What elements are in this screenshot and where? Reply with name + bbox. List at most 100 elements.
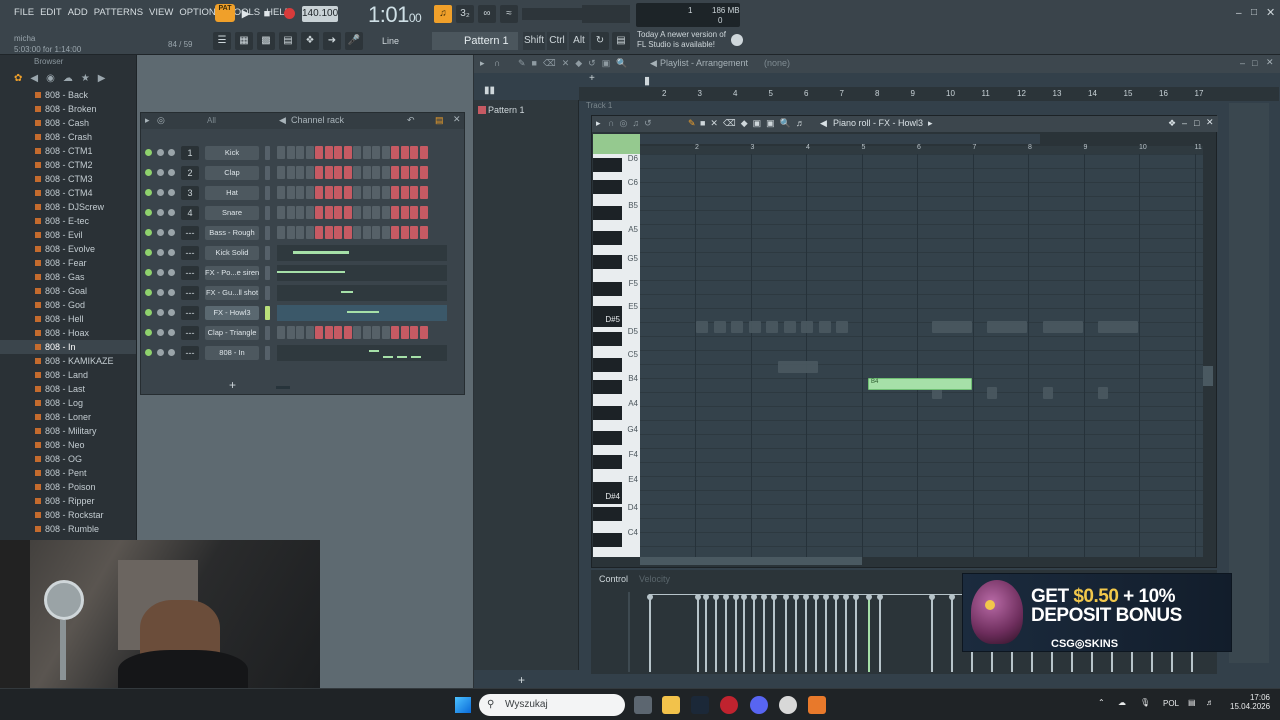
- browser-item[interactable]: 808 - Cash: [0, 116, 136, 130]
- step-button[interactable]: [381, 186, 390, 199]
- browser-item[interactable]: 808 - CTM3: [0, 172, 136, 186]
- step-button[interactable]: [334, 326, 342, 339]
- step-button[interactable]: [334, 226, 342, 239]
- discord-icon[interactable]: [750, 696, 768, 714]
- channel-piano-preview[interactable]: [277, 245, 447, 261]
- browser-item[interactable]: 808 - Loner: [0, 410, 136, 424]
- play-button[interactable]: ▶: [237, 5, 255, 23]
- step-button[interactable]: [305, 186, 314, 199]
- playlist-arrow-icon[interactable]: ▸: [480, 58, 485, 69]
- step-button[interactable]: [277, 206, 285, 219]
- step-button[interactable]: [353, 186, 361, 199]
- browser-item[interactable]: 808 - Evil: [0, 228, 136, 242]
- step-button[interactable]: [410, 166, 418, 179]
- note-grid[interactable]: B4: [640, 154, 1203, 557]
- steam-icon[interactable]: [691, 696, 709, 714]
- browser-options-icon[interactable]: ✿: [14, 73, 22, 84]
- channel-pan-knob[interactable]: [157, 189, 164, 196]
- velocity-bar[interactable]: [803, 594, 809, 672]
- advertisement-banner[interactable]: GET $0.50 + 10% DEPOSIT BONUS CSG◎SKINS: [962, 573, 1232, 652]
- step-button[interactable]: [400, 146, 409, 159]
- black-key[interactable]: [593, 255, 622, 269]
- step-button[interactable]: [305, 166, 314, 179]
- pr-tempo-tab[interactable]: [593, 134, 640, 156]
- news-icon[interactable]: ▤: [612, 32, 630, 50]
- step-button[interactable]: [324, 326, 333, 339]
- black-key[interactable]: [593, 332, 622, 346]
- step-button[interactable]: [277, 226, 285, 239]
- channel-name-button[interactable]: Hat: [205, 186, 259, 200]
- channel-pan-knob[interactable]: [157, 269, 164, 276]
- opera-icon[interactable]: [720, 696, 738, 714]
- channel-pan-knob[interactable]: [157, 249, 164, 256]
- menu-file[interactable]: FILE: [14, 7, 34, 18]
- channel-mixer-track[interactable]: 3: [181, 186, 199, 200]
- step-edit-icon[interactable]: ≈: [500, 5, 518, 23]
- menu-view[interactable]: VIEW: [149, 7, 173, 18]
- step-button[interactable]: [400, 206, 409, 219]
- news-panel[interactable]: Today A newer version of FL Studio is av…: [637, 30, 726, 50]
- channel-rack-icon[interactable]: ▩: [257, 32, 275, 50]
- channel-mixer-track[interactable]: 1: [181, 146, 199, 160]
- browser-item[interactable]: 808 - Ripper: [0, 494, 136, 508]
- browser-item[interactable]: 808 - KAMIKAZE: [0, 354, 136, 368]
- step-button[interactable]: [362, 166, 371, 179]
- step-button[interactable]: [305, 226, 314, 239]
- channel-mixer-track[interactable]: 4: [181, 206, 199, 220]
- close-icon[interactable]: ✕: [1266, 6, 1275, 19]
- rack-graph-icon[interactable]: ▤: [435, 115, 444, 126]
- channel-select-indicator[interactable]: [265, 206, 270, 220]
- step-button[interactable]: [296, 226, 304, 239]
- velocity-bar[interactable]: [733, 594, 739, 672]
- channel-mute-led[interactable]: [145, 169, 152, 176]
- channel-mute-led[interactable]: [145, 329, 152, 336]
- task-view-icon[interactable]: [634, 696, 652, 714]
- step-button[interactable]: [277, 326, 285, 339]
- browser-item[interactable]: 808 - Rockstar: [0, 508, 136, 522]
- pr-tools-icons[interactable]: ■✕⌫◆▣▣🔍♬: [700, 118, 810, 129]
- step-button[interactable]: [324, 186, 333, 199]
- browser-item[interactable]: 808 - CTM1: [0, 144, 136, 158]
- playlist-ruler[interactable]: 2 3 4 5 6 7 8 9 10 11 12 13 14 15 16 17: [579, 87, 1279, 101]
- browser-item[interactable]: 808 - OG: [0, 452, 136, 466]
- step-button[interactable]: [343, 206, 352, 219]
- step-sequencer[interactable]: [277, 146, 447, 160]
- step-button[interactable]: [286, 146, 295, 159]
- step-button[interactable]: [353, 326, 361, 339]
- step-button[interactable]: [353, 206, 361, 219]
- channel-volume-knob[interactable]: [168, 149, 175, 156]
- step-sequencer[interactable]: [277, 206, 447, 220]
- pr-back-icon[interactable]: ◀: [820, 118, 827, 129]
- tray-weather-icon[interactable]: ☁: [1118, 698, 1126, 707]
- mixer-icon[interactable]: ▤: [279, 32, 297, 50]
- count-in-icon[interactable]: 3₂: [456, 5, 474, 23]
- step-button[interactable]: [391, 326, 399, 339]
- step-button[interactable]: [315, 326, 323, 339]
- menu-edit[interactable]: EDIT: [40, 7, 62, 18]
- step-button[interactable]: [400, 226, 409, 239]
- black-key[interactable]: [593, 282, 622, 296]
- pattern-selector[interactable]: Pattern 1: [432, 32, 518, 50]
- alt-button[interactable]: Alt: [569, 32, 589, 50]
- velocity-bar[interactable]: [823, 594, 829, 672]
- black-key[interactable]: [593, 180, 622, 194]
- menu-patterns[interactable]: PATTERNS: [94, 7, 143, 18]
- pr-arrow-icon[interactable]: ▸: [596, 118, 601, 129]
- channel-mute-led[interactable]: [145, 149, 152, 156]
- channel-name-button[interactable]: 808 - In: [205, 346, 259, 360]
- pattern-list-icon[interactable]: ▮▮: [484, 85, 495, 96]
- browser-item[interactable]: 808 - Log: [0, 396, 136, 410]
- browser-item[interactable]: 808 - Military: [0, 424, 136, 438]
- black-key[interactable]: [593, 206, 622, 220]
- step-button[interactable]: [419, 146, 428, 159]
- browser-item[interactable]: 808 - God: [0, 298, 136, 312]
- channel-volume-knob[interactable]: [168, 349, 175, 356]
- velocity-bar[interactable]: [647, 594, 653, 672]
- arrow-icon[interactable]: ➜: [323, 32, 341, 50]
- channel-mute-led[interactable]: [145, 269, 152, 276]
- channel-pan-knob[interactable]: [157, 229, 164, 236]
- channel-volume-knob[interactable]: [168, 209, 175, 216]
- taskbar-search[interactable]: Wyszukaj: [479, 694, 625, 716]
- step-button[interactable]: [381, 206, 390, 219]
- refresh-icon[interactable]: ↻: [591, 32, 609, 50]
